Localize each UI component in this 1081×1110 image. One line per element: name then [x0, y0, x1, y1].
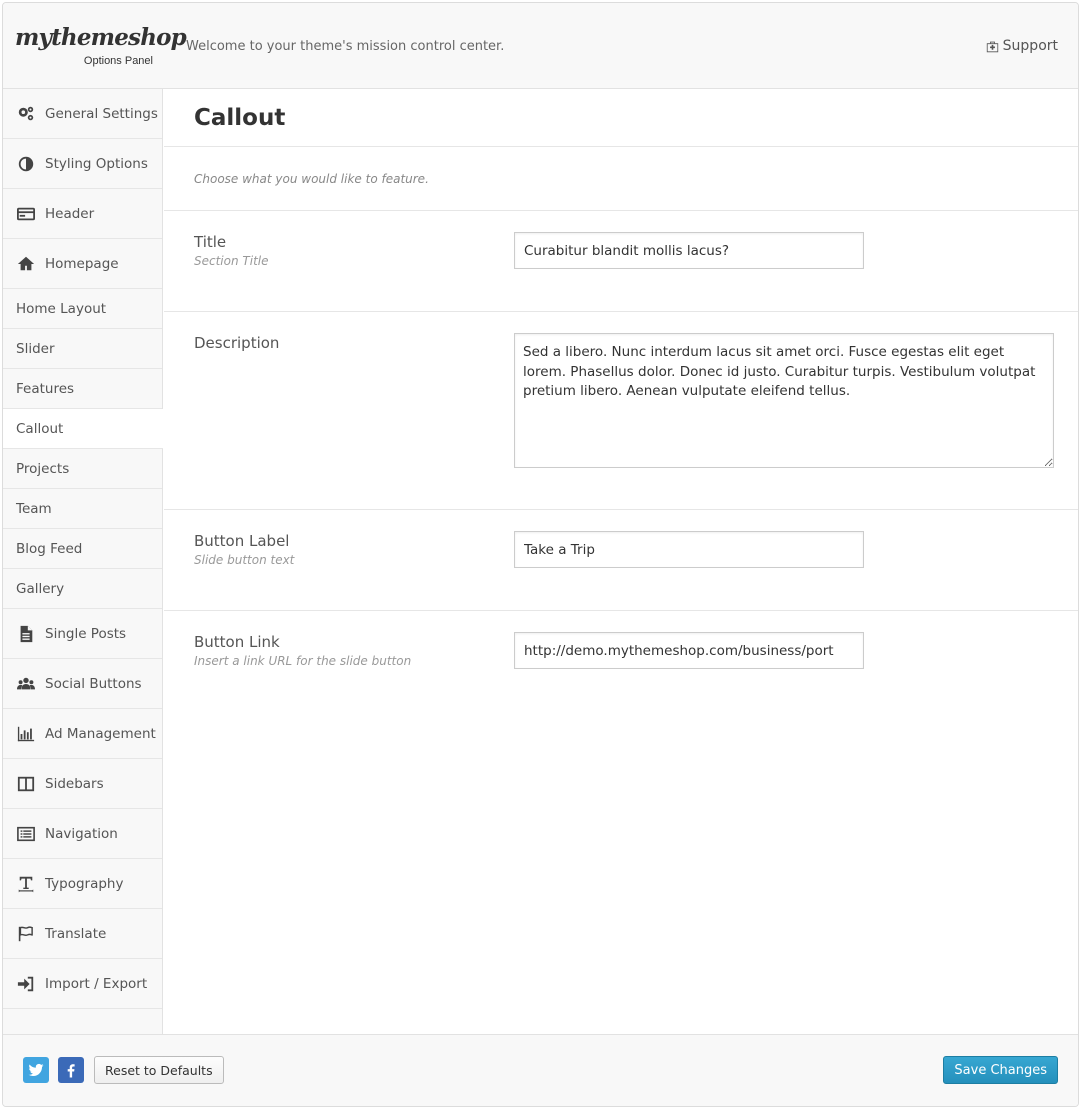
- field-label: Title: [194, 233, 227, 251]
- sidebar-item-label: Styling Options: [45, 155, 148, 172]
- first-aid-icon: [986, 41, 998, 52]
- welcome-text: Welcome to your theme's mission control …: [186, 39, 505, 54]
- section-description: Choose what you would like to feature.: [164, 147, 1078, 211]
- field-label: Button Label: [194, 532, 290, 550]
- gears-icon: [18, 106, 34, 120]
- card-icon: [17, 207, 35, 220]
- field-hint: Insert a link URL for the slide button: [194, 654, 412, 668]
- sidebar-item-blog-feed[interactable]: Blog Feed: [3, 529, 162, 569]
- options-panel: mythemeshop Options Panel Welcome to you…: [2, 2, 1079, 1107]
- sidebar-item-ad-management[interactable]: Ad Management: [3, 709, 162, 759]
- sidebar-item-label: Social Buttons: [45, 675, 142, 692]
- sidebar-item-features[interactable]: Features: [3, 369, 162, 409]
- facebook-icon: [67, 1064, 75, 1078]
- description-textarea[interactable]: Sed a libero. Nunc interdum lacus sit am…: [514, 333, 1054, 468]
- support-link[interactable]: Support: [986, 38, 1058, 54]
- sidebar-item-translate[interactable]: Translate: [3, 909, 162, 959]
- sidebar-item-slider[interactable]: Slider: [3, 329, 162, 369]
- description-field-label: Description: [194, 334, 279, 352]
- title-input[interactable]: [514, 232, 864, 269]
- save-changes-button[interactable]: Save Changes: [943, 1056, 1058, 1084]
- logo: mythemeshop Options Panel: [15, 24, 187, 69]
- sidebar-item-label: Home Layout: [16, 300, 107, 317]
- button-label-field-row: Button Label Slide button text: [164, 510, 1078, 611]
- sidebar-item-label: Blog Feed: [16, 540, 83, 557]
- sidebar-item-callout[interactable]: Callout: [3, 409, 163, 449]
- sidebar-item-projects[interactable]: Projects: [3, 449, 162, 489]
- sidebar-item-label: Features: [16, 380, 75, 397]
- sidebar-item-label: Import / Export: [45, 975, 148, 992]
- sidebar-item-label: Gallery: [16, 580, 65, 597]
- sidebar-item-label: Projects: [16, 460, 70, 477]
- twitter-button[interactable]: [23, 1057, 49, 1083]
- bar-chart-icon: [17, 726, 35, 741]
- document-icon: [20, 625, 33, 642]
- description-field-row: Description Sed a libero. Nunc interdum …: [164, 312, 1078, 510]
- logo-subtitle: Options Panel: [83, 55, 153, 67]
- sidebar-item-label: Navigation: [45, 825, 118, 842]
- button-link-field-row: Button Link Insert a link URL for the sl…: [164, 611, 1078, 712]
- button-label-field-label: Button Label Slide button text: [194, 532, 294, 567]
- support-label: Support: [1002, 38, 1058, 54]
- users-icon: [17, 677, 35, 689]
- sidebar-item-navigation[interactable]: Navigation: [3, 809, 162, 859]
- sidebar-item-styling-options[interactable]: Styling Options: [3, 139, 162, 189]
- reset-to-defaults-button[interactable]: Reset to Defaults: [94, 1056, 224, 1084]
- footer-bar: Reset to Defaults Save Changes: [3, 1034, 1078, 1106]
- sidebar-item-label: Typography: [45, 875, 124, 892]
- columns-icon: [17, 776, 35, 791]
- sidebar-item-header[interactable]: Header: [3, 189, 162, 239]
- sidebar-item-single-posts[interactable]: Single Posts: [3, 609, 162, 659]
- facebook-button[interactable]: [58, 1057, 84, 1083]
- sidebar-item-label: Header: [45, 205, 95, 222]
- sidebar-item-team[interactable]: Team: [3, 489, 162, 529]
- button-label-input[interactable]: [514, 531, 864, 568]
- sidebar-item-label: Team: [16, 500, 52, 517]
- sidebar-item-label: Sidebars: [45, 775, 104, 792]
- sidebar-item-gallery[interactable]: Gallery: [3, 569, 162, 609]
- twitter-icon: [28, 1063, 44, 1077]
- sign-in-icon: [17, 976, 34, 991]
- field-hint: Section Title: [194, 254, 269, 268]
- button-link-field-label: Button Link Insert a link URL for the sl…: [194, 633, 411, 668]
- home-icon: [17, 256, 35, 270]
- sidebar-item-home-layout[interactable]: Home Layout: [3, 289, 162, 329]
- sidebar-item-label: Single Posts: [45, 625, 127, 642]
- top-bar: mythemeshop Options Panel Welcome to you…: [3, 3, 1078, 89]
- sidebar-item-label: Translate: [45, 925, 107, 942]
- sidebar-item-label: Callout: [16, 420, 64, 437]
- section-header: Callout: [164, 89, 1078, 147]
- text-icon: [18, 876, 34, 892]
- sidebar-item-homepage[interactable]: Homepage: [3, 239, 162, 289]
- field-hint: Slide button text: [194, 553, 295, 567]
- button-link-input[interactable]: [514, 632, 864, 669]
- main-content: Callout Choose what you would like to fe…: [164, 89, 1078, 1036]
- flag-icon: [18, 925, 33, 941]
- title-field-label: Title Section Title: [194, 233, 268, 268]
- sidebar-item-label: Ad Management: [45, 725, 156, 742]
- sidebar: General Settings Styling Options Header …: [3, 89, 163, 1036]
- sidebar-item-social-buttons[interactable]: Social Buttons: [3, 659, 162, 709]
- contrast-icon: [18, 156, 34, 171]
- logo-text: mythemeshop: [15, 24, 187, 51]
- title-field-row: Title Section Title: [164, 211, 1078, 312]
- sidebar-item-label: General Settings: [45, 105, 158, 122]
- sidebar-item-import-export[interactable]: Import / Export: [3, 959, 162, 1009]
- page-title: Callout: [194, 104, 286, 131]
- field-label: Button Link: [194, 633, 280, 651]
- sidebar-item-general-settings[interactable]: General Settings: [3, 89, 162, 139]
- sidebar-item-typography[interactable]: Typography: [3, 859, 162, 909]
- list-icon: [17, 826, 35, 841]
- sidebar-item-label: Homepage: [45, 255, 119, 272]
- sidebar-item-sidebars[interactable]: Sidebars: [3, 759, 162, 809]
- field-label: Description: [194, 334, 280, 352]
- sidebar-item-label: Slider: [16, 340, 55, 357]
